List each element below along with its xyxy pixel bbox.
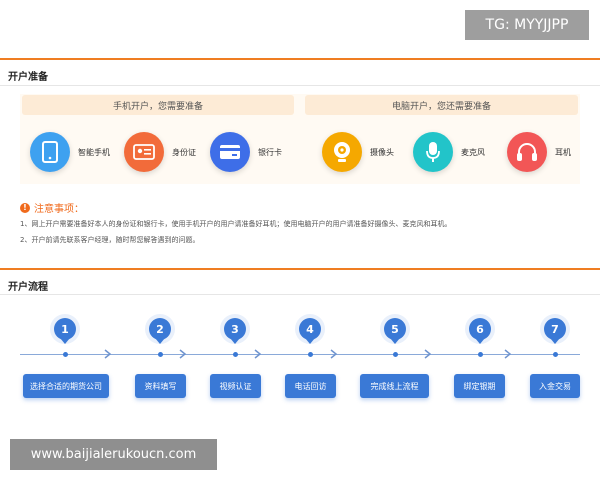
timeline-dot [63, 352, 68, 357]
step-button-6[interactable]: 绑定银期 [454, 374, 505, 398]
microphone-icon [413, 132, 453, 172]
chevron-right-icon [104, 349, 112, 359]
flow-section-title: 开户流程 [8, 282, 48, 293]
prep-title-separator [0, 85, 600, 86]
flow-title-separator [0, 294, 600, 295]
pin-tip [390, 338, 400, 344]
timeline-dot [308, 352, 313, 357]
prep-item-microphone: 麦克风 [413, 132, 485, 172]
step-number: 4 [299, 318, 321, 340]
step-number: 5 [384, 318, 406, 340]
notes-heading: ! 注意事项： [20, 200, 84, 215]
step-number: 6 [469, 318, 491, 340]
step-button-1[interactable]: 选择合适的期货公司 [23, 374, 109, 398]
notes-title: 注意事项： [34, 204, 84, 215]
prep-item-webcam: 摄像头 [322, 132, 394, 172]
pc-prep-header: 电脑开户，您还需要准备 [305, 95, 578, 115]
chevron-right-icon [424, 349, 432, 359]
note-item: 1、网上开户需要准备好本人的身份证和银行卡，使用手机开户的用户请准备好耳机；使用… [20, 220, 452, 228]
step-button-5[interactable]: 完成线上流程 [360, 374, 429, 398]
section-divider-flow [0, 268, 600, 270]
chevron-right-icon [504, 349, 512, 359]
step-button-3[interactable]: 视频认证 [210, 374, 261, 398]
mobile-prep-header: 手机开户，您需要准备 [22, 95, 294, 115]
timeline-dot [393, 352, 398, 357]
prep-item-headphones: 耳机 [507, 132, 571, 172]
pin-tip [60, 338, 70, 344]
step-button-2[interactable]: 资料填写 [135, 374, 186, 398]
timeline-dot [158, 352, 163, 357]
step-number: 2 [149, 318, 171, 340]
prep-item-label: 摄像头 [370, 147, 394, 157]
pin-tip [305, 338, 315, 344]
step-button-4[interactable]: 电话回访 [285, 374, 336, 398]
pin-tip [230, 338, 240, 344]
prep-item-bank-card: 银行卡 [210, 132, 282, 172]
warning-icon: ! [20, 202, 30, 213]
headphones-icon [507, 132, 547, 172]
timeline-dot [233, 352, 238, 357]
id-card-icon [124, 132, 164, 172]
prep-item-label: 身份证 [172, 147, 196, 157]
prep-item-label: 智能手机 [78, 147, 110, 157]
step-number: 3 [224, 318, 246, 340]
url-watermark: www.baijialerukoucn.com [10, 439, 217, 470]
prep-item-id-card: 身份证 [124, 132, 196, 172]
bank-card-icon [210, 132, 250, 172]
prep-item-label: 麦克风 [461, 147, 485, 157]
chevron-right-icon [179, 349, 187, 359]
webcam-icon [322, 132, 362, 172]
note-item: 2、开户前请先联系客户经理，随时帮您解答遇到的问题。 [20, 236, 200, 244]
prep-item-smartphone: 智能手机 [30, 132, 110, 172]
prep-section-title: 开户准备 [8, 72, 48, 83]
step-button-7[interactable]: 入金交易 [530, 374, 580, 398]
pin-tip [155, 338, 165, 344]
prep-item-label: 耳机 [555, 147, 571, 157]
step-number: 7 [544, 318, 566, 340]
chevron-right-icon [254, 349, 262, 359]
pin-tip [550, 338, 560, 344]
timeline-dot [478, 352, 483, 357]
section-divider-prep [0, 58, 600, 60]
timeline-dot [553, 352, 558, 357]
step-number: 1 [54, 318, 76, 340]
tg-watermark: TG: MYYJJPP [465, 10, 589, 40]
smartphone-icon [30, 132, 70, 172]
pin-tip [475, 338, 485, 344]
prep-item-label: 银行卡 [258, 147, 282, 157]
chevron-right-icon [330, 349, 338, 359]
